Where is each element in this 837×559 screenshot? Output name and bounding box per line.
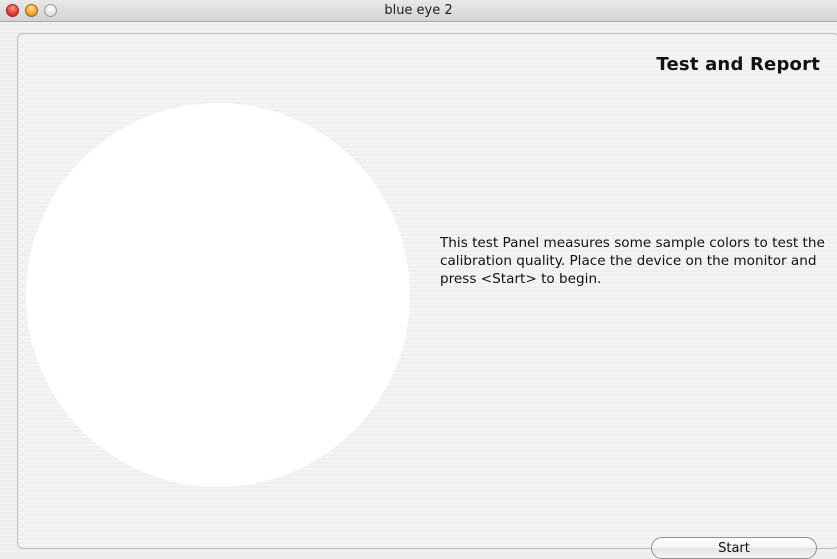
instructions-text: This test Panel measures some sample col…: [440, 235, 825, 287]
window-title: blue eye 2: [384, 3, 453, 18]
title-bar[interactable]: blue eye 2: [0, 0, 837, 22]
color-test-patch: [26, 103, 410, 487]
page-title: Test and Report: [656, 54, 820, 75]
app-window: blue eye 2 Test and Report This test Pan…: [0, 0, 837, 559]
start-button[interactable]: Start: [651, 537, 817, 559]
